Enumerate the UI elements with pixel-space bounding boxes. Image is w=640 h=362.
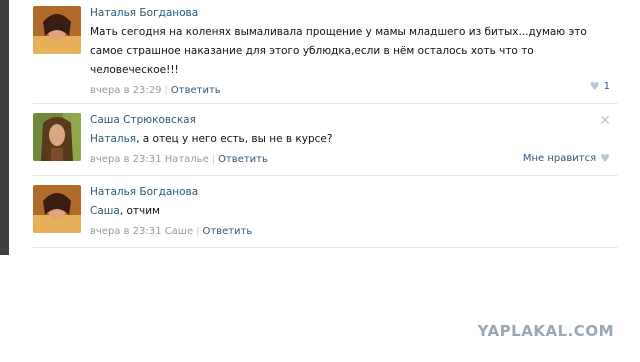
left-edge-bar [0,0,9,255]
mention-link[interactable]: Наталья [90,133,136,145]
heart-icon: ♥ [600,152,610,165]
reply-button[interactable]: Ответить [202,226,252,237]
heart-icon: ♥ [589,80,600,93]
comment-time[interactable]: вчера в 23:29 [90,85,162,96]
comment-author[interactable]: Саша Стрюковская [90,113,618,127]
avatar[interactable] [33,185,81,233]
divider [33,247,618,248]
comment-text: Саша, отчим [90,202,618,221]
watermark: YAPLAKAL.COM [477,322,614,340]
comment-text-rest: , отчим [119,205,160,217]
comment-text: Наталья, а отец у него есть, вы не в кур… [90,130,618,149]
comment-time[interactable]: вчера в 23:31 [90,226,162,237]
like-button[interactable]: Мне нравится ♥ [523,152,610,165]
comment-text-rest: , а отец у него есть, вы не в курсе? [136,133,333,145]
comment-author[interactable]: Наталья Богданова [90,185,618,199]
reply-to-link[interactable]: Наталье [165,154,209,165]
comment-text-line: Мать сегодня на коленях вымаливала проще… [90,26,587,38]
divider [33,175,618,176]
avatar[interactable] [33,6,81,54]
comment-text: Мать сегодня на коленях вымаливала проще… [90,23,618,80]
divider [33,103,618,104]
comment-time[interactable]: вчера в 23:31 [90,154,162,165]
comment-author[interactable]: Наталья Богданова [90,6,618,20]
comment-text-line: самое страшное наказание для этого ублюд… [90,45,534,57]
like-button[interactable]: ♥ 1 [590,80,610,93]
like-label: Мне нравится [522,153,597,164]
like-count: 1 [603,81,610,92]
separator: | [164,85,168,96]
mention-link[interactable]: Саша [90,205,120,217]
close-icon[interactable]: ✕ [599,113,611,129]
avatar[interactable] [33,113,81,161]
comment-meta: вчера в 23:31 Саше | Ответить [90,225,618,239]
comment-meta: вчера в 23:29 | Ответить [90,84,618,98]
comment-text-line: человеческое!!! [90,64,179,76]
reply-button[interactable]: Ответить [171,85,221,96]
separator: | [211,154,216,165]
reply-to-link[interactable]: Саше [165,226,193,237]
reply-button[interactable]: Ответить [218,154,268,165]
